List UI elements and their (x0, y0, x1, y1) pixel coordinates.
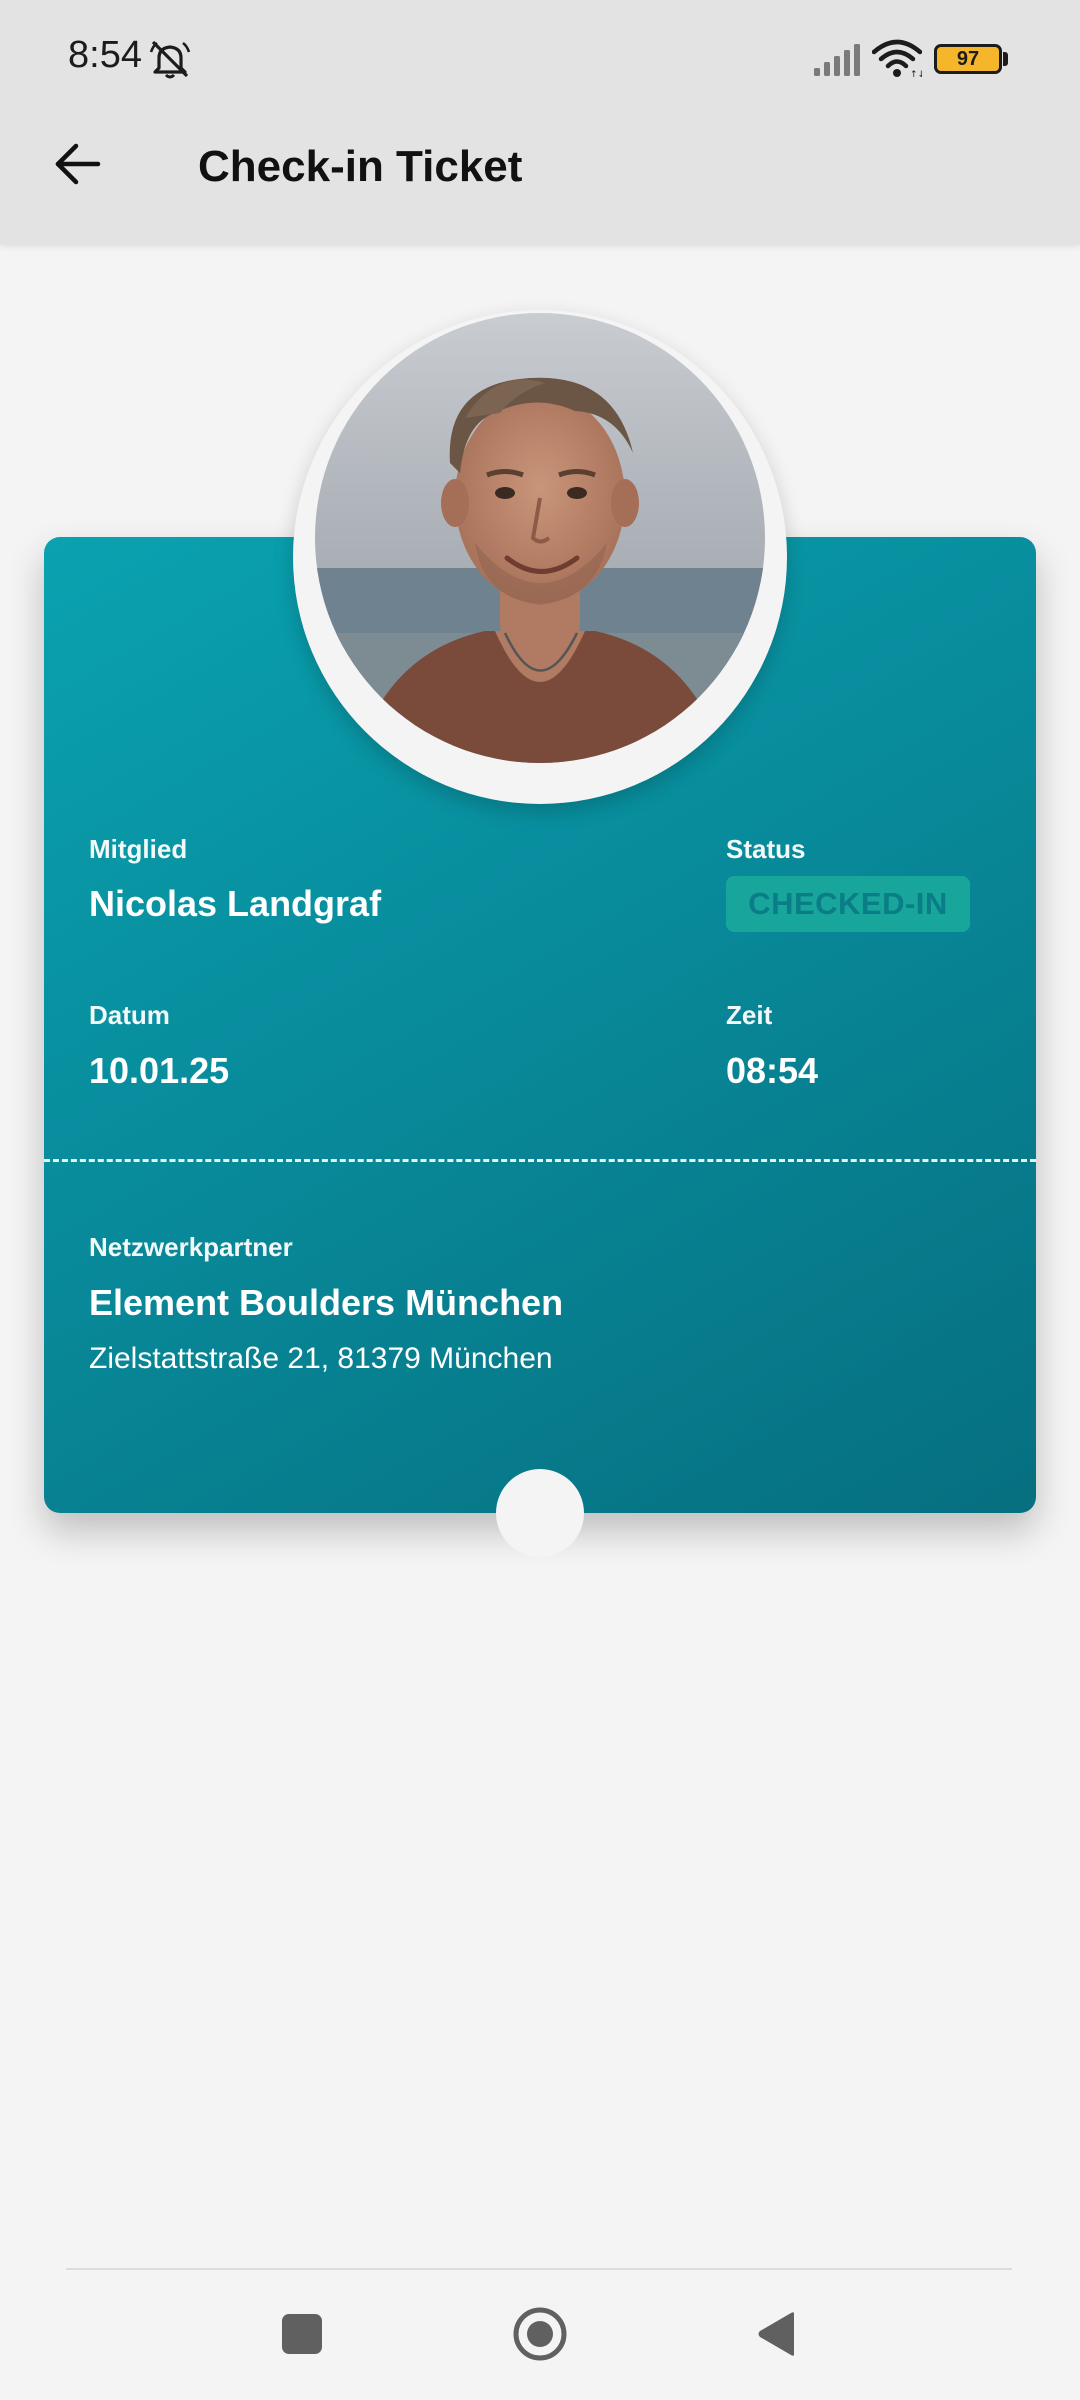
member-name: Nicolas Landgraf (89, 883, 382, 924)
ticket-divider (44, 1159, 1036, 1162)
page-title: Check-in Ticket (198, 142, 523, 191)
status-time: 8:54 (68, 34, 142, 76)
battery-nub (1003, 52, 1008, 66)
cellular-signal-icon (814, 44, 860, 76)
status-badge: CHECKED-IN (726, 876, 970, 932)
nav-divider (66, 2268, 1012, 2270)
avatar (315, 313, 765, 763)
battery-indicator: 97 (934, 44, 1002, 74)
recents-icon[interactable] (282, 2314, 322, 2354)
back-button[interactable] (44, 130, 112, 198)
member-photo (315, 313, 765, 763)
time-label: Zeit (726, 1000, 773, 1030)
bell-muted-icon (149, 40, 191, 79)
arrow-left-icon (55, 143, 101, 185)
home-icon[interactable] (512, 2306, 568, 2362)
partner-address: Zielstattstraße 21, 81379 München (89, 1342, 553, 1375)
partner-label: Netzwerkpartner (89, 1232, 293, 1262)
app-bar (0, 0, 1080, 245)
partner-name: Element Boulders München (89, 1282, 564, 1323)
wifi-icon: ↑↓ (872, 39, 922, 78)
date-value: 10.01.25 (89, 1050, 230, 1091)
svg-text:↑↓: ↑↓ (910, 70, 922, 78)
ticket-notch (496, 1469, 584, 1557)
battery-level: 97 (956, 47, 980, 70)
member-label: Mitglied (89, 834, 188, 864)
back-icon[interactable] (754, 2310, 798, 2358)
time-value: 08:54 (726, 1050, 819, 1091)
status-label: Status (726, 834, 806, 864)
date-label: Datum (89, 1000, 170, 1030)
